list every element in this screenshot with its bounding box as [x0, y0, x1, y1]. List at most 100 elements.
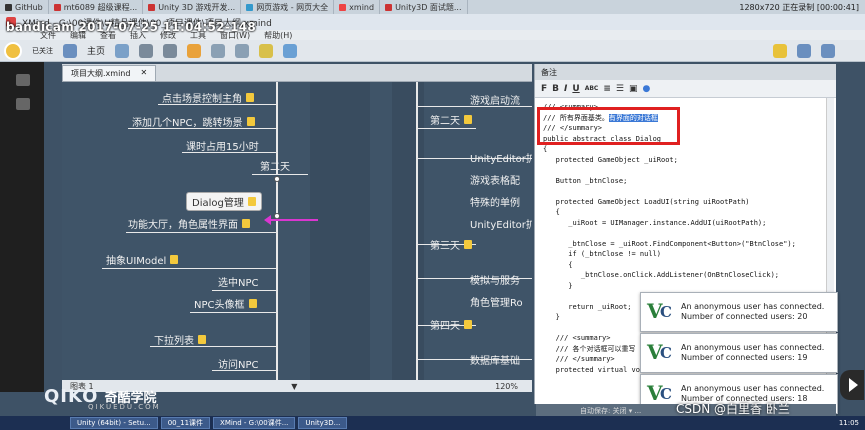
note-icon[interactable] [246, 93, 254, 102]
followed-label: 已关注 [32, 46, 53, 55]
browser-tab[interactable]: xmind [334, 0, 381, 14]
mindmap-topic-day2[interactable]: 第二天 [430, 112, 472, 127]
redo-icon[interactable] [163, 43, 178, 58]
strikethrough-button[interactable]: ABC [585, 85, 599, 92]
color-icon[interactable]: ● [642, 84, 650, 94]
mindmap-topic[interactable]: 角色管理Ro [470, 294, 523, 309]
mindmap-topic[interactable]: 游戏启动流 [470, 92, 520, 107]
mindmap-topic[interactable]: 添加几个NPC，跳转场景 [132, 114, 255, 129]
column-band [392, 82, 424, 380]
zoom-level[interactable]: 120% [495, 382, 518, 391]
vnc-notification[interactable]: V An anonymous user has connected.Number… [640, 292, 838, 332]
browser-tab[interactable]: mt6089 超级课程... [49, 0, 144, 14]
mindmap-topic[interactable]: UnityEditor扩 [470, 150, 532, 165]
topic-icon[interactable] [187, 43, 202, 58]
note-icon[interactable] [464, 320, 472, 329]
undo-icon[interactable] [139, 43, 154, 58]
mindmap-topic[interactable]: 功能大厅，角色属性界面 [128, 216, 250, 231]
taskbar-button[interactable]: Unity (64bit) - Setu... [70, 417, 158, 429]
menu-help[interactable]: 帮助(H) [264, 30, 292, 40]
play-icon[interactable] [840, 370, 864, 400]
underline-button[interactable]: U [572, 84, 579, 94]
note-icon[interactable] [464, 240, 472, 249]
mindmap-topic[interactable]: 抽象UIModel [106, 252, 179, 267]
relationship-icon[interactable] [235, 43, 250, 58]
branch-line [416, 128, 476, 129]
note-icon[interactable] [464, 115, 472, 124]
note-icon[interactable] [242, 219, 250, 228]
editor-tab-label: 项目大纲.xmind [71, 69, 131, 78]
tab-icon [339, 3, 347, 11]
taskbar-button[interactable]: Unity3D... [298, 417, 348, 429]
share-icon[interactable] [797, 43, 811, 58]
mindmap-canvas[interactable]: 点击场景控制主角 添加几个NPC，跳转场景 课时占用15小时 第二天 Dialo… [62, 82, 532, 380]
tab-icon [385, 3, 393, 11]
avatar[interactable] [4, 41, 22, 60]
notes-format-toolbar: F B I U ABC ≡ ☰ ▣ ● [535, 80, 836, 98]
mindmap-topic-day2[interactable]: 第二天 [260, 158, 290, 173]
column-band [310, 82, 370, 380]
branch-line [276, 180, 278, 380]
mindmap-topic[interactable]: 课时占用15小时 [186, 138, 259, 153]
mindmap-topic[interactable]: 模拟与服务 [470, 272, 520, 287]
editor-tab[interactable]: 项目大纲.xmind ✕ [62, 65, 157, 81]
home-button[interactable]: 主页 [87, 44, 105, 57]
collapse-dot[interactable] [274, 176, 280, 182]
browser-tab[interactable]: GitHub [0, 0, 49, 14]
overview-icon[interactable] [16, 98, 30, 110]
mindmap-topic-day3[interactable]: 第三天 [430, 237, 472, 252]
mindmap-topic[interactable]: 游戏表格配 [470, 172, 520, 187]
bold-button[interactable]: B [552, 84, 559, 94]
browser-tab-strip: GitHub mt6089 超级课程... Unity 3D 游戏开发... 网… [0, 0, 865, 14]
taskbar: Unity (64bit) - Setu... 00_11课件 XMind - … [0, 416, 865, 430]
note-icon[interactable] [198, 335, 206, 344]
mindmap-topic-day4[interactable]: 第四天 [430, 317, 472, 332]
vnc-logo-icon: V [647, 299, 675, 325]
marker-icon[interactable] [259, 43, 274, 58]
save-icon[interactable] [115, 43, 130, 58]
mindmap-topic[interactable]: 点击场景控制主角 [162, 90, 254, 105]
csdn-watermark: CSDN @白里香 卧兰 [676, 402, 790, 416]
image-icon[interactable] [283, 43, 298, 58]
taskbar-button[interactable]: XMind - G:\00课件... [213, 417, 296, 429]
vnc-notification[interactable]: V An anonymous user has connected.Number… [640, 333, 838, 373]
grid-icon[interactable] [63, 43, 77, 58]
mindmap-topic[interactable]: 选中NPC [218, 274, 259, 289]
mindmap-topic-dialog-selected[interactable]: Dialog管理 [186, 192, 262, 211]
list-icon[interactable]: ☰ [616, 84, 624, 94]
mindmap-topic[interactable]: 特殊的单例 [470, 194, 520, 209]
github-icon [5, 3, 12, 11]
branch-line [190, 312, 276, 313]
italic-button[interactable]: I [564, 84, 567, 94]
branch-line [252, 174, 308, 175]
align-icon[interactable]: ≡ [603, 84, 611, 94]
font-button[interactable]: F [541, 84, 547, 94]
filter-icon[interactable]: ▼ [291, 382, 297, 391]
mindmap-topic[interactable]: UnityEditor扩 [470, 216, 532, 231]
note-icon[interactable] [248, 299, 257, 308]
mindmap-topic[interactable]: 访问NPC [218, 356, 259, 371]
browser-tab[interactable]: Unity3D 面试题... [380, 0, 468, 14]
tab-icon [53, 3, 61, 11]
browser-tab[interactable]: 网页游戏 - 网页大全 [241, 0, 335, 14]
note-icon[interactable] [170, 255, 179, 264]
lightbulb-icon[interactable] [773, 43, 787, 58]
mindmap-topic[interactable]: 数据库基础 [470, 352, 520, 367]
mindmap-topic[interactable]: 下拉列表 [154, 332, 206, 347]
taskbar-button[interactable]: 00_11课件 [160, 417, 211, 429]
note-icon[interactable] [246, 117, 255, 126]
screen: GitHub mt6089 超级课程... Unity 3D 游戏开发... 网… [0, 0, 865, 430]
qiko-logo: QIKO 奇酷学院 QIKUEDU.COM [44, 386, 161, 411]
outline-icon[interactable] [16, 74, 30, 86]
export-icon[interactable] [821, 43, 835, 58]
mindmap-topic[interactable]: NPC头像框 [194, 296, 257, 311]
branch-line [416, 82, 418, 380]
browser-tab[interactable]: Unity 3D 游戏开发... [143, 0, 242, 14]
editor-tab-row: 项目大纲.xmind ✕ [62, 64, 532, 82]
subtopic-icon[interactable] [211, 43, 226, 58]
note-icon[interactable] [247, 197, 256, 206]
highlight-annotation-box [537, 107, 680, 145]
close-icon[interactable]: ✕ [140, 68, 147, 79]
image-icon[interactable]: ▣ [629, 84, 638, 94]
toolbar: 已关注 主页 [0, 40, 865, 62]
